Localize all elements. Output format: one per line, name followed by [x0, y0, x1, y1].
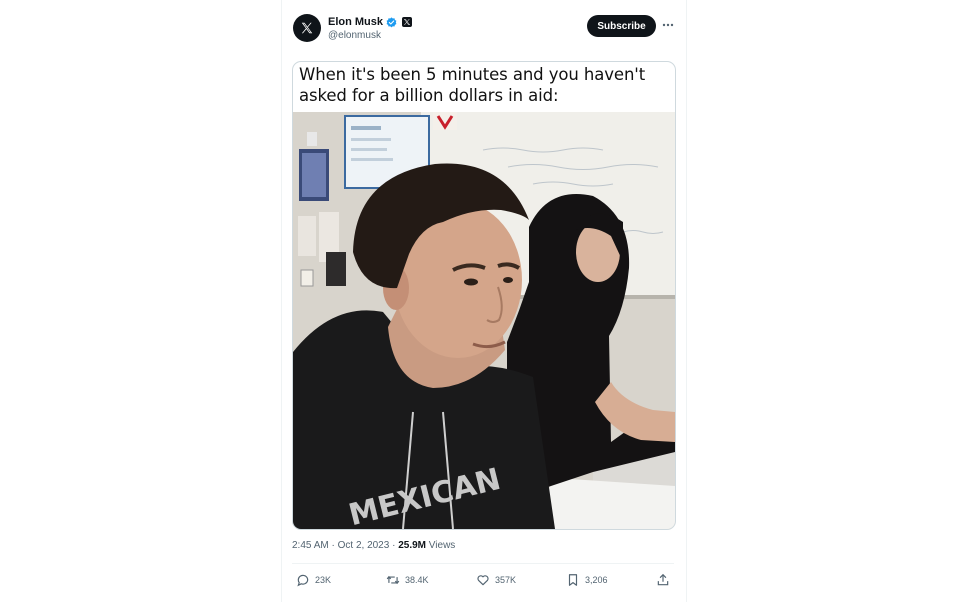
tweet-media[interactable]: When it's been 5 minutes and you haven't… [292, 61, 676, 530]
subscribe-button[interactable]: Subscribe [587, 15, 656, 37]
more-horizontal-icon[interactable] [662, 19, 674, 31]
reply-icon [297, 574, 309, 587]
repost-icon [386, 575, 400, 585]
like-button[interactable]: 357K [476, 573, 516, 587]
share-button[interactable] [656, 573, 670, 587]
verified-badge-icon [386, 16, 397, 27]
affiliate-badge[interactable] [402, 17, 413, 27]
bookmark-count: 3,206 [585, 575, 608, 585]
meme-photo: MEXICAN [293, 112, 675, 529]
tweet-card: Elon Musk @elonmusk Subscribe When it's … [281, 0, 687, 602]
reply-button[interactable]: 23K [296, 573, 331, 587]
tweet-meta: 2:45 AM · Oct 2, 2023 · 25.9M Views [292, 540, 455, 551]
divider [292, 563, 674, 564]
author-name-row[interactable]: Elon Musk [328, 16, 413, 28]
views-count: 25.9M [398, 540, 427, 551]
tweet-date[interactable]: Oct 2, 2023 [338, 540, 390, 551]
bookmark-icon [568, 574, 578, 586]
avatar[interactable] [293, 14, 321, 42]
share-icon [657, 573, 669, 586]
repost-count: 38.4K [405, 575, 429, 585]
x-logo-icon [301, 22, 313, 34]
repost-button[interactable]: 38.4K [386, 573, 429, 587]
tweet-time[interactable]: 2:45 AM [292, 540, 329, 551]
meta-separator: · [392, 540, 396, 551]
author-handle[interactable]: @elonmusk [328, 30, 381, 41]
bookmark-button[interactable]: 3,206 [566, 573, 608, 587]
heart-icon [477, 575, 489, 586]
reply-count: 23K [315, 575, 332, 585]
author-display-name[interactable]: Elon Musk [328, 16, 383, 28]
x-logo-icon [404, 19, 411, 25]
meta-separator: · [331, 540, 335, 551]
meme-caption: When it's been 5 minutes and you haven't… [299, 65, 646, 105]
views-label: Views [428, 540, 456, 551]
like-count: 357K [495, 575, 517, 585]
